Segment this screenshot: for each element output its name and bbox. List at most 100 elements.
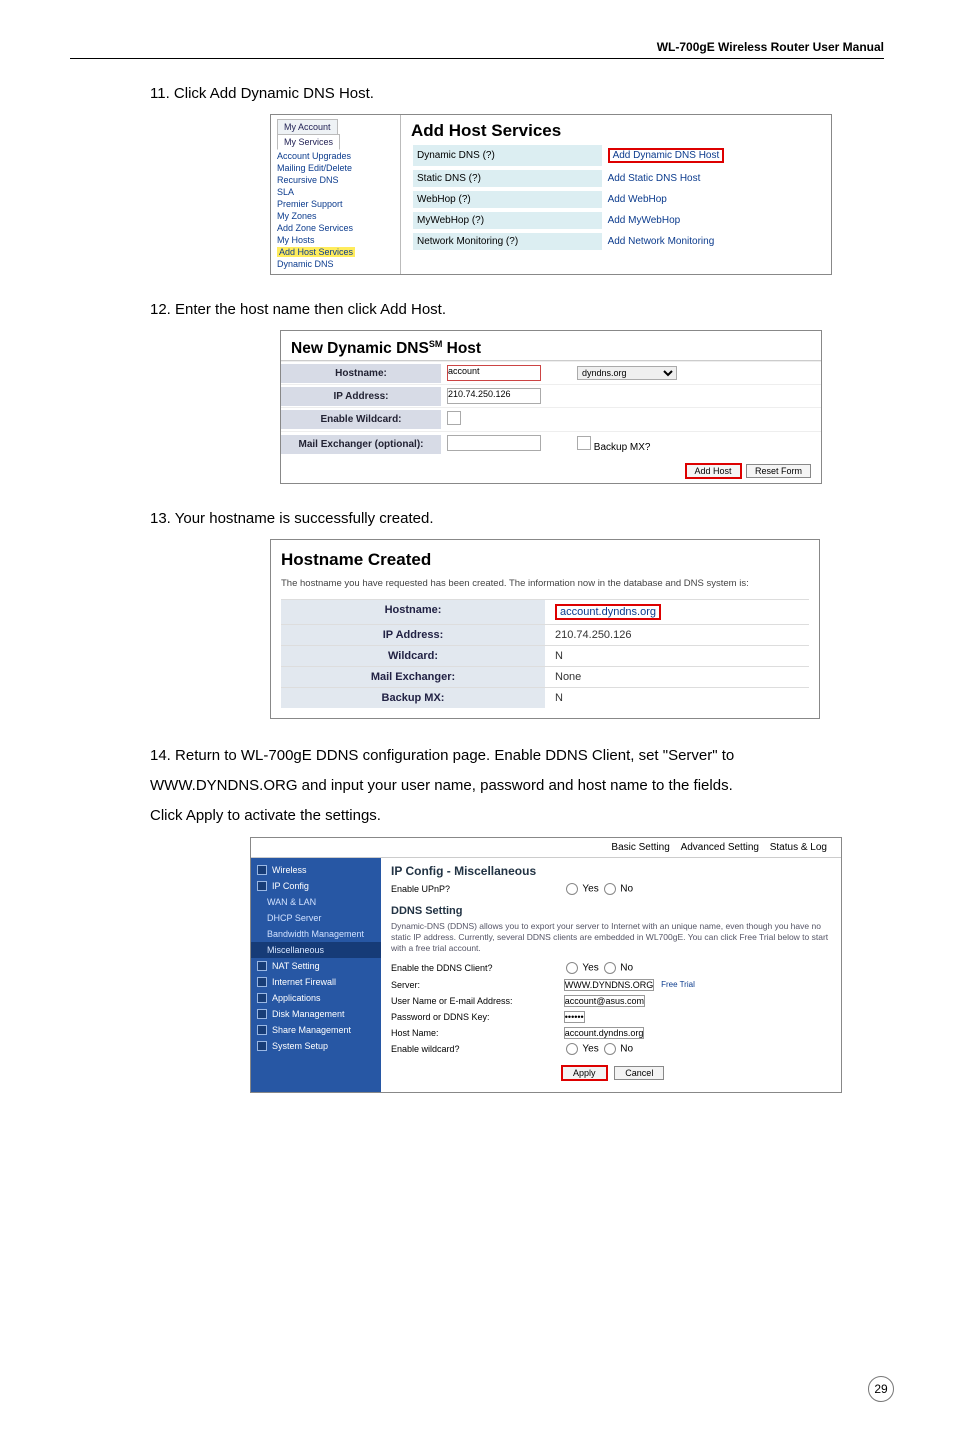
nav-sub-item[interactable]: DHCP Server <box>251 910 381 926</box>
side-link[interactable]: Add Zone Services <box>277 222 394 234</box>
add-network-monitoring-link[interactable]: Add Network Monitoring <box>608 236 715 247</box>
host-services-table: Dynamic DNS (?) Add Dynamic DNS Host Stat… <box>411 141 821 254</box>
add-static-dns-host-link[interactable]: Add Static DNS Host <box>608 173 701 184</box>
side-link[interactable]: SLA <box>277 186 394 198</box>
input-mx[interactable] <box>447 435 541 451</box>
input-ip[interactable]: 210.74.250.126 <box>447 388 541 404</box>
label-hostname-cfg: Host Name: <box>391 1028 561 1038</box>
nav-item[interactable]: System Setup <box>251 1038 381 1054</box>
ss3-ip-value: 210.74.250.126 <box>545 625 809 645</box>
nav-item[interactable]: Wireless <box>251 862 381 878</box>
side-link[interactable]: Recursive DNS <box>277 174 394 186</box>
nav-sub-item[interactable]: Bandwidth Management <box>251 926 381 942</box>
nav-sub-item-miscellaneous[interactable]: Miscellaneous <box>251 942 381 958</box>
ss2-title-sup: SM <box>429 339 443 349</box>
ss2-title-pre: New Dynamic DNS <box>291 340 429 357</box>
nav-box-icon <box>257 961 267 971</box>
nav-item[interactable]: Internet Firewall <box>251 974 381 990</box>
input-hostname-cfg[interactable]: account.dyndns.org <box>564 1027 645 1039</box>
screenshot-new-dynamic-dns-host: New Dynamic DNSSM Host Hostname: account… <box>280 330 822 484</box>
side-link[interactable]: My Zones <box>277 210 394 222</box>
checkbox-backup-mx[interactable] <box>577 436 591 450</box>
row-hostname: Hostname: account dyndns.org <box>281 361 821 384</box>
ddns-setting-heading: DDNS Setting <box>391 905 831 917</box>
row-mail-exchanger: Mail Exchanger (optional): Backup MX? <box>281 431 821 457</box>
ss1-title: Add Host Services <box>411 121 821 141</box>
nav-box-icon <box>257 881 267 891</box>
ddns-description: Dynamic-DNS (DDNS) allows you to export … <box>391 921 831 954</box>
radio-ddns-no[interactable] <box>604 962 616 974</box>
row-ip: IP Address: 210.74.250.126 <box>281 384 821 407</box>
side-link-highlight[interactable]: Add Host Services <box>277 247 355 257</box>
header-title: WL-700gE Wireless Router User Manual <box>657 40 884 54</box>
ss3-hostname-value: account.dyndns.org <box>555 604 661 620</box>
ss3-label: Mail Exchanger: <box>281 667 545 687</box>
manual-page: WL-700gE Wireless Router User Manual 11.… <box>0 0 954 1432</box>
ss3-label: Wildcard: <box>281 646 545 666</box>
add-dynamic-dns-host-link[interactable]: Add Dynamic DNS Host <box>608 148 725 163</box>
label-ip: IP Address: <box>281 387 441 406</box>
reset-form-button[interactable]: Reset Form <box>746 464 811 478</box>
ss4-main: IP Config - Miscellaneous Enable UPnP? Y… <box>381 858 841 1092</box>
step-14: 14. Return to WL-700gE DDNS configuratio… <box>150 741 804 831</box>
nav-item[interactable]: IP Config <box>251 878 381 894</box>
svc-cell: WebHop (?) <box>413 191 602 208</box>
nav-item[interactable]: Share Management <box>251 1022 381 1038</box>
radio-wild-yes[interactable] <box>566 1043 578 1055</box>
apply-button[interactable]: Apply <box>561 1065 608 1081</box>
side-link[interactable]: Mailing Edit/Delete <box>277 162 394 174</box>
nav-item[interactable]: Applications <box>251 990 381 1006</box>
nav-box-icon <box>257 1025 267 1035</box>
ss3-mx-value: None <box>545 667 809 687</box>
select-domain[interactable]: dyndns.org <box>577 366 677 380</box>
screenshot-add-host-services: My Account My Services Account Upgrades … <box>270 114 832 275</box>
nav-box-icon <box>257 1009 267 1019</box>
ss4-heading: IP Config - Miscellaneous <box>391 864 831 878</box>
input-username[interactable]: account@asus.com <box>564 995 645 1007</box>
label-enable-ddns: Enable the DDNS Client? <box>391 963 561 973</box>
nav-box-icon <box>257 993 267 1003</box>
table-row: MyWebHop (?) Add MyWebHop <box>413 212 819 229</box>
cancel-button[interactable]: Cancel <box>614 1066 664 1080</box>
nav-sub-item[interactable]: WAN & LAN <box>251 894 381 910</box>
screenshot-hostname-created: Hostname Created The hostname you have r… <box>270 539 820 719</box>
ss3-heading: Hostname Created <box>281 550 809 570</box>
label-upnp: Enable UPnP? <box>391 884 561 894</box>
page-header: WL-700gE Wireless Router User Manual <box>70 40 884 59</box>
radio-ddns-yes[interactable] <box>566 962 578 974</box>
screenshot-ip-config-misc: Basic Setting Advanced Setting Status & … <box>250 837 842 1093</box>
radio-upnp-no[interactable] <box>604 883 616 895</box>
svc-cell: Network Monitoring (?) <box>413 233 602 250</box>
radio-wild-no[interactable] <box>604 1043 616 1055</box>
add-mywebhop-link[interactable]: Add MyWebHop <box>608 215 681 226</box>
nav-box-icon <box>257 865 267 875</box>
tab-basic-setting[interactable]: Basic Setting <box>611 842 669 853</box>
radio-upnp-yes[interactable] <box>566 883 578 895</box>
nav-item[interactable]: Disk Management <box>251 1006 381 1022</box>
nav-item[interactable]: NAT Setting <box>251 958 381 974</box>
free-trial-link[interactable]: Free Trial <box>661 980 695 989</box>
input-server[interactable]: WWW.DYNDNS.ORG <box>564 979 655 991</box>
checkbox-wildcard[interactable] <box>447 411 461 425</box>
svc-cell: MyWebHop (?) <box>413 212 602 229</box>
side-link[interactable]: My Hosts <box>277 234 394 246</box>
ss3-label: IP Address: <box>281 625 545 645</box>
input-hostname[interactable]: account <box>447 365 541 381</box>
tab-my-services[interactable]: My Services <box>277 134 340 150</box>
step-13: 13. Your hostname is successfully create… <box>150 510 884 527</box>
side-link[interactable]: Account Upgrades <box>277 150 394 162</box>
add-webhop-link[interactable]: Add WebHop <box>608 194 667 205</box>
svc-cell: Static DNS (?) <box>413 170 602 187</box>
table-row: Network Monitoring (?) Add Network Monito… <box>413 233 819 250</box>
add-host-button[interactable]: Add Host <box>685 463 742 479</box>
tab-status-log[interactable]: Status & Log <box>770 842 827 853</box>
tab-advanced-setting[interactable]: Advanced Setting <box>681 842 759 853</box>
side-link[interactable]: Dynamic DNS <box>277 258 394 270</box>
side-link[interactable]: Add Host Services <box>277 246 394 258</box>
side-link[interactable]: Premier Support <box>277 198 394 210</box>
tab-my-account[interactable]: My Account <box>277 119 338 134</box>
label-enable-wildcard: Enable wildcard? <box>391 1044 561 1054</box>
svc-cell: Dynamic DNS (?) <box>413 145 602 166</box>
nav-box-icon <box>257 977 267 987</box>
input-password[interactable]: •••••• <box>564 1011 585 1023</box>
